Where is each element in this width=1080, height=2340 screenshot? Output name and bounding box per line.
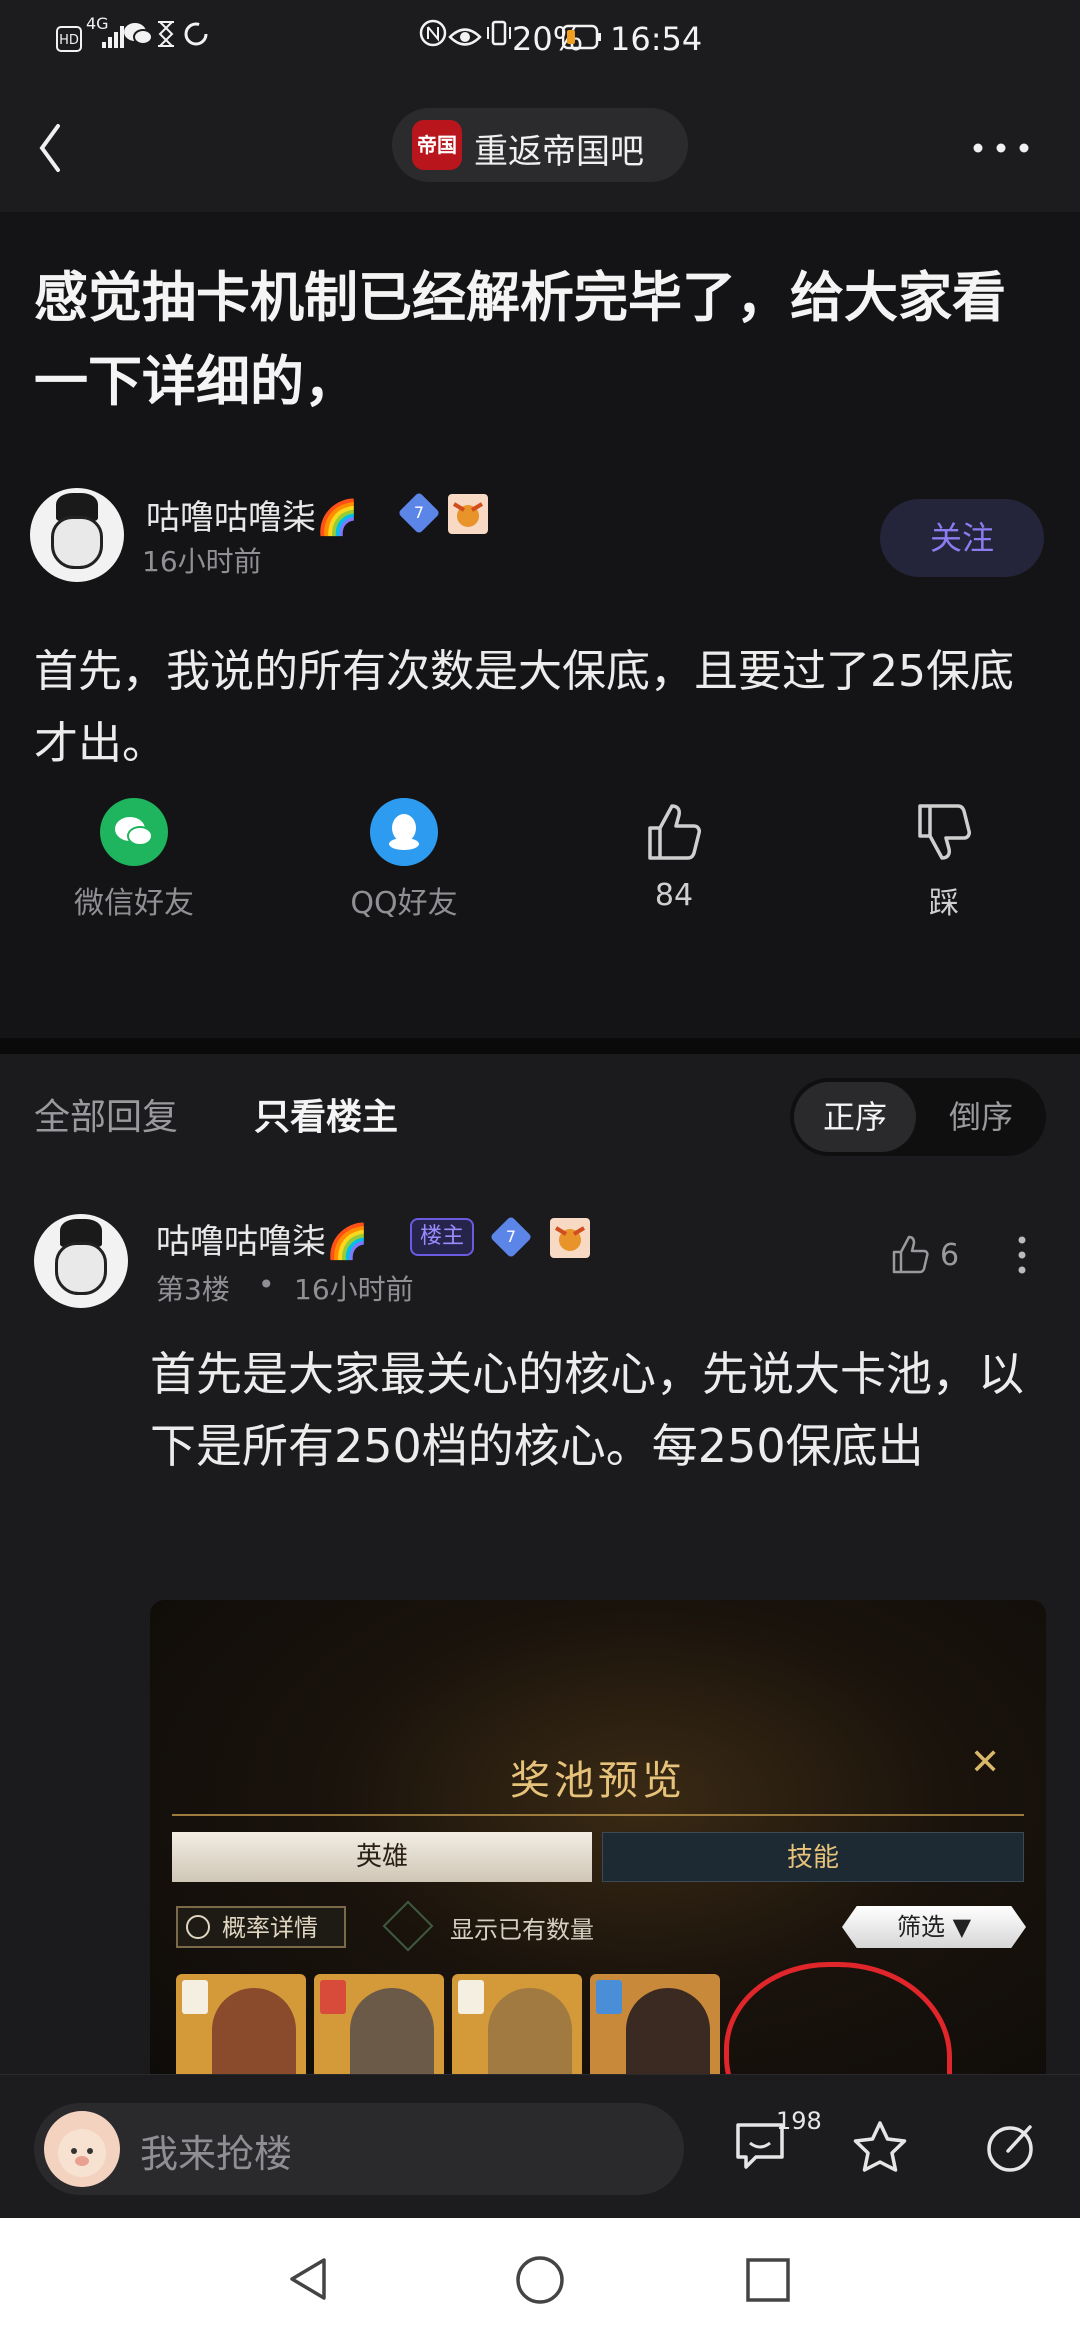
eye-icon — [448, 20, 482, 58]
share-qq-button[interactable]: QQ好友 — [304, 798, 504, 922]
more-button[interactable] — [966, 128, 1036, 168]
reply-like-count: 6 — [940, 1238, 960, 1273]
reply-count-badge: 198 — [776, 2107, 822, 2135]
post-body: 首先，我说的所有次数是大保底，且要过了25保底才出。 — [34, 646, 1014, 769]
pool-preview-title: 奖池预览 — [510, 1758, 686, 1804]
level-number: 7 — [413, 503, 425, 522]
back-button[interactable] — [30, 118, 70, 178]
triangle-back-icon — [290, 2258, 326, 2300]
reply-author-name[interactable]: 咕噜咕噜柒🌈 — [156, 1214, 368, 1263]
status-bar: HD 4G 20% 16:54 — [0, 0, 1080, 84]
skill-tab: 技能 — [602, 1832, 1024, 1882]
system-nav-bar — [0, 2218, 1080, 2340]
forum-name: 重返帝国吧 — [474, 132, 644, 172]
hd-icon: HD — [56, 22, 82, 60]
probability-details-button: 概率详情 — [176, 1906, 346, 1948]
reply-body: 首先是大家最关心的核心，先说大卡池，以下是所有250档的核心。每250保底出 — [150, 1347, 1024, 1473]
vibrate-icon — [484, 18, 514, 56]
level-badge-icon: 7 — [397, 491, 441, 535]
follow-button[interactable]: 关注 — [880, 499, 1044, 577]
nav-back-button[interactable] — [284, 2254, 334, 2308]
thumbs-up-icon — [640, 798, 708, 866]
reply-more-button[interactable] — [1012, 1234, 1032, 1278]
author-avatar[interactable] — [30, 488, 124, 582]
hero-tab: 英雄 — [172, 1832, 592, 1882]
close-icon: ✕ — [970, 1742, 1001, 1783]
dislike-button[interactable]: 踩 — [844, 798, 1044, 922]
reply-level-number: 7 — [505, 1227, 517, 1246]
probability-icon — [186, 1915, 210, 1939]
favorite-button[interactable] — [850, 2119, 910, 2179]
forum-pill[interactable]: 帝国 重返帝国吧 — [392, 108, 688, 182]
author-name[interactable]: 咕噜咕噜柒🌈 — [146, 490, 358, 539]
nfc-icon — [418, 18, 448, 56]
bottom-bar: 我来抢楼 198 — [0, 2074, 1080, 2219]
nav-recents-button[interactable] — [744, 2256, 792, 2308]
star-icon — [853, 2121, 907, 2172]
battery-icon — [561, 20, 602, 58]
reply-author-avatar[interactable] — [34, 1214, 128, 1308]
thumbs-up-icon — [892, 1235, 929, 1274]
show-owned-checkbox — [382, 1900, 434, 1952]
sort-descending-button[interactable]: 倒序 — [920, 1082, 1042, 1152]
reply-floor: 第3楼 — [156, 1273, 230, 1306]
reply-like-button[interactable] — [890, 1232, 934, 1280]
forum-logo: 帝国 — [412, 120, 462, 170]
medal-icon — [448, 494, 488, 534]
square-recents-icon — [746, 2258, 790, 2302]
dislike-label: 踩 — [929, 886, 959, 921]
reply-input-placeholder: 我来抢楼 — [140, 2132, 293, 2176]
reply-image[interactable]: 奖池预览 ✕ 英雄 技能 概率详情 显示已有数量 筛选 ▼ — [150, 1600, 1046, 2100]
share-wechat-button[interactable]: 微信好友 — [34, 798, 234, 922]
main-post: 感觉抽卡机制已经解析完毕了，给大家看一下详细的， 咕噜咕噜柒🌈 7 16小时前 … — [0, 212, 1080, 1038]
share-icon — [987, 2125, 1033, 2172]
hourglass-icon — [156, 18, 176, 56]
share-button[interactable] — [984, 2119, 1040, 2179]
section-divider — [0, 1038, 1080, 1054]
reply-input[interactable]: 我来抢楼 — [34, 2103, 684, 2195]
svg-text:HD: HD — [59, 33, 79, 48]
wechat-share-label: 微信好友 — [74, 886, 194, 921]
wechat-share-icon — [100, 798, 168, 866]
replies-section: 全部回复 只看楼主 正序 倒序 咕噜咕噜柒🌈 楼主 7 第3楼 • 16小时前 … — [0, 1054, 1080, 2100]
back-arrow-icon — [39, 124, 60, 172]
more-dots-icon — [973, 143, 1029, 153]
sync-icon — [182, 18, 210, 56]
sort-toggle: 正序 倒序 — [790, 1078, 1046, 1156]
level-badge-icon: 7 — [489, 1215, 533, 1259]
top-nav: 帝国 重返帝国吧 — [0, 84, 1080, 212]
nav-home-button[interactable] — [514, 2254, 566, 2310]
gold-divider — [172, 1814, 1024, 1816]
user-avatar — [44, 2111, 120, 2187]
owner-badge: 楼主 — [410, 1218, 475, 1256]
clock: 16:54 — [610, 20, 703, 58]
filter-label: 筛选 — [896, 1913, 945, 1941]
thumbs-down-icon — [910, 798, 978, 866]
circle-home-icon — [516, 2256, 564, 2304]
filter-dropdown: 筛选 ▼ — [842, 1906, 1026, 1948]
show-owned-label: 显示已有数量 — [450, 1916, 594, 1944]
like-button[interactable]: 84 — [574, 798, 774, 913]
vertical-dots-icon — [1018, 1236, 1026, 1274]
wechat-icon — [122, 18, 154, 56]
tab-owner-only[interactable]: 只看楼主 — [254, 1088, 398, 1140]
medal-icon — [550, 1218, 590, 1258]
tab-all-replies[interactable]: 全部回复 — [34, 1088, 178, 1140]
sort-ascending-button[interactable]: 正序 — [794, 1082, 916, 1152]
probability-label: 概率详情 — [222, 1914, 318, 1942]
qq-share-label: QQ好友 — [350, 886, 458, 921]
post-title: 感觉抽卡机制已经解析完毕了，给大家看一下详细的， — [34, 266, 1006, 413]
qq-share-icon — [370, 798, 438, 866]
reply-time: 16小时前 — [294, 1273, 414, 1306]
meta-separator: • — [258, 1268, 275, 1301]
post-time: 16小时前 — [142, 545, 262, 578]
like-count: 84 — [654, 878, 694, 913]
